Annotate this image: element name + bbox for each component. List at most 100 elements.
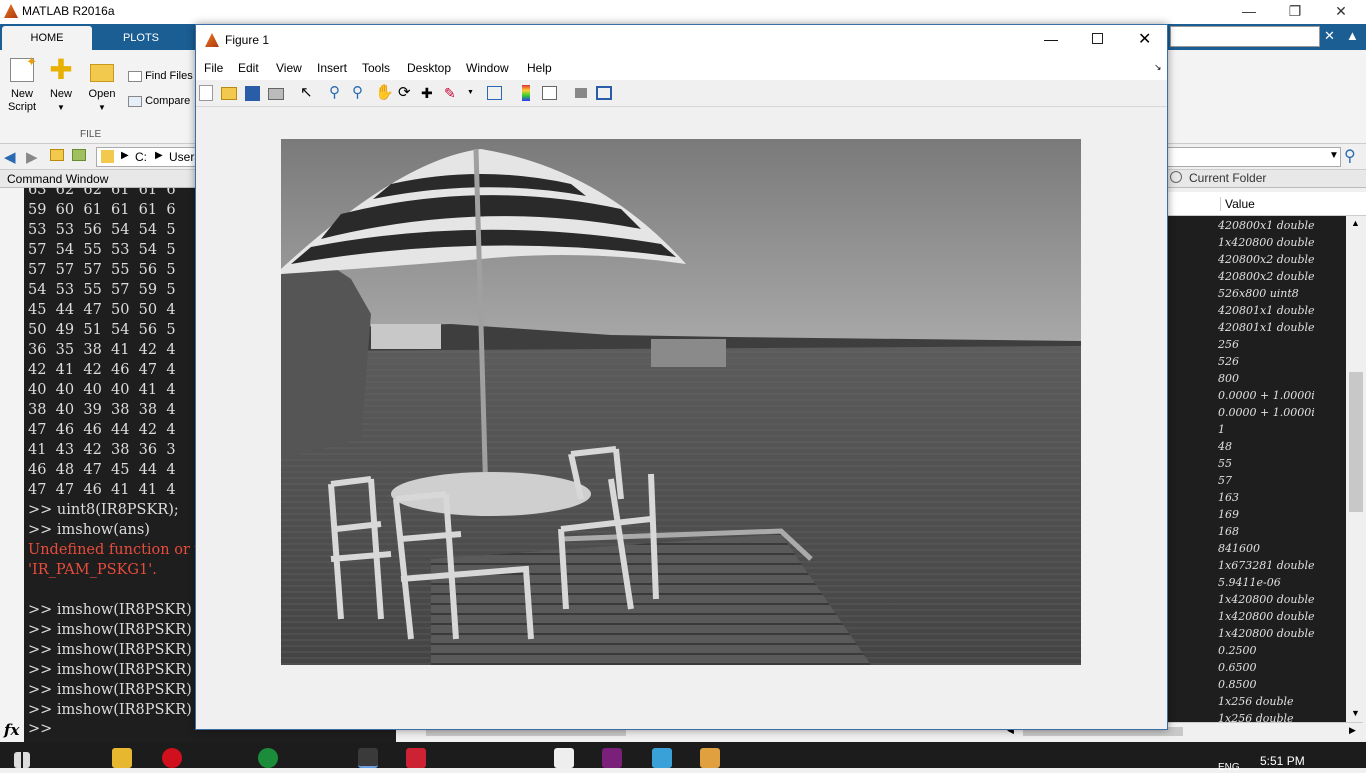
find-files-button[interactable]: Find Files bbox=[128, 70, 193, 82]
edit-plot-icon[interactable]: ↖ bbox=[300, 84, 318, 102]
compare-button[interactable]: Compare bbox=[128, 95, 190, 107]
pan-icon[interactable]: ✋ bbox=[375, 84, 394, 102]
workspace-value[interactable]: 420800x2 double bbox=[1218, 268, 1315, 285]
workspace-value[interactable]: 55 bbox=[1218, 455, 1232, 472]
legend-icon[interactable] bbox=[542, 86, 557, 100]
ribbon-collapse-icon[interactable]: ▲ bbox=[1346, 28, 1359, 43]
data-cursor-icon[interactable]: ✚ bbox=[421, 84, 439, 102]
open-file-icon[interactable] bbox=[221, 87, 237, 100]
workspace-value[interactable]: 48 bbox=[1218, 438, 1232, 455]
workspace-value[interactable]: 168 bbox=[1218, 523, 1239, 540]
open-button[interactable]: Open ▼ bbox=[84, 58, 120, 114]
rotate-3d-icon[interactable]: ⟳ bbox=[398, 84, 416, 102]
menu-desktop[interactable]: Desktop bbox=[407, 61, 451, 75]
workspace-value[interactable]: 1x256 double bbox=[1218, 693, 1294, 710]
workspace-value[interactable]: 0.2500 bbox=[1218, 642, 1257, 659]
fx-icon[interactable]: fx bbox=[4, 721, 19, 739]
scroll-right-icon[interactable]: ▶ bbox=[1349, 725, 1356, 736]
menu-window[interactable]: Window bbox=[466, 61, 509, 75]
search-documentation-input[interactable] bbox=[1170, 26, 1320, 47]
menu-tools[interactable]: Tools bbox=[362, 61, 390, 75]
command-window[interactable]: 63 62 62 61 61 6 59 60 61 61 61 6 53 53 56… bbox=[24, 188, 196, 740]
workspace-value[interactable]: 420800x2 double bbox=[1218, 251, 1315, 268]
brush-dropdown-icon[interactable]: ▼ bbox=[467, 89, 474, 96]
app-icon[interactable] bbox=[406, 748, 426, 768]
opera-icon[interactable] bbox=[162, 748, 182, 768]
new-figure-icon[interactable] bbox=[199, 85, 213, 101]
workspace-value[interactable]: 0.6500 bbox=[1218, 659, 1257, 676]
workspace-values[interactable]: 420800x1 double 1x420800 double 420800x2 d… bbox=[1168, 216, 1346, 722]
file-explorer-icon[interactable] bbox=[112, 748, 132, 768]
scroll-up-icon[interactable]: ▲ bbox=[1351, 218, 1360, 228]
workspace-value[interactable]: 0.8500 bbox=[1218, 676, 1257, 693]
workspace-scrollbar[interactable]: ▲ ▼ bbox=[1346, 216, 1366, 722]
workspace-value[interactable]: 420801x1 double bbox=[1218, 302, 1315, 319]
clock-time[interactable]: 5:51 PM bbox=[1260, 754, 1305, 768]
workspace-value[interactable]: 5.9411e-06 bbox=[1218, 574, 1281, 591]
figure-minimize-button[interactable]: — bbox=[1044, 31, 1058, 47]
tab-plots[interactable]: PLOTS bbox=[96, 26, 186, 50]
scroll-down-icon[interactable]: ▼ bbox=[1351, 708, 1360, 718]
workspace-value[interactable]: 1x420800 double bbox=[1218, 591, 1315, 608]
close-button[interactable]: ✕ bbox=[1318, 0, 1364, 24]
show-plot-tools-icon[interactable] bbox=[596, 86, 612, 100]
menu-help[interactable]: Help bbox=[527, 61, 552, 75]
zoom-in-icon[interactable]: ⚲ bbox=[329, 84, 347, 102]
current-folder-title[interactable]: Current Folder bbox=[1189, 171, 1266, 185]
workspace-value[interactable]: 1x673281 double bbox=[1218, 557, 1315, 574]
restore-button[interactable]: ❐ bbox=[1272, 0, 1318, 24]
figure-titlebar[interactable]: Figure 1 — ✕ bbox=[196, 25, 1167, 55]
figure-maximize-button[interactable] bbox=[1092, 33, 1103, 44]
new-button[interactable]: ✚ New ▼ bbox=[44, 56, 78, 114]
workspace-value[interactable]: 1x256 double bbox=[1218, 710, 1294, 722]
workspace-value[interactable]: 1 bbox=[1218, 421, 1225, 438]
workspace-value[interactable]: 1x420800 double bbox=[1218, 234, 1315, 251]
search-close-icon[interactable]: ✕ bbox=[1324, 28, 1335, 44]
forward-arrow-icon[interactable]: ▶ bbox=[26, 148, 38, 166]
matlab-taskbar-icon[interactable] bbox=[358, 748, 378, 768]
app-icon[interactable] bbox=[700, 748, 720, 768]
print-icon[interactable] bbox=[268, 88, 284, 100]
menu-insert[interactable]: Insert bbox=[317, 61, 347, 75]
workspace-value[interactable]: 420801x1 double bbox=[1218, 319, 1315, 336]
zoom-out-icon[interactable]: ⚲ bbox=[352, 84, 370, 102]
browse-folder-icon[interactable] bbox=[72, 149, 86, 161]
app-icon[interactable] bbox=[554, 748, 574, 768]
dock-arrow-icon[interactable]: ↘ bbox=[1154, 62, 1162, 73]
workspace-value[interactable]: 1x420800 double bbox=[1218, 625, 1315, 642]
workspace-value[interactable]: 526 bbox=[1218, 353, 1239, 370]
workspace-value[interactable]: 841600 bbox=[1218, 540, 1260, 557]
colorbar-icon[interactable] bbox=[522, 85, 530, 101]
workspace-value[interactable]: 420800x1 double bbox=[1218, 217, 1315, 234]
minimize-button[interactable]: — bbox=[1226, 0, 1272, 24]
figure-close-button[interactable]: ✕ bbox=[1138, 29, 1151, 49]
link-plot-icon[interactable] bbox=[487, 86, 502, 100]
workspace-value[interactable]: 0.0000 + 1.0000i bbox=[1218, 387, 1315, 404]
workspace-value[interactable]: 169 bbox=[1218, 506, 1239, 523]
xampp-icon[interactable] bbox=[602, 748, 622, 768]
hide-plot-tools-icon[interactable] bbox=[575, 88, 587, 98]
app-icon[interactable] bbox=[652, 748, 672, 768]
workspace-value[interactable]: 800 bbox=[1218, 370, 1239, 387]
path-drive[interactable]: C: bbox=[135, 150, 147, 164]
menu-edit[interactable]: Edit bbox=[238, 61, 259, 75]
path-dropdown-icon[interactable]: ▼ bbox=[1329, 150, 1339, 161]
save-icon[interactable] bbox=[245, 86, 260, 101]
scroll-thumb[interactable] bbox=[1349, 372, 1363, 512]
workspace-value[interactable]: 1x420800 double bbox=[1218, 608, 1315, 625]
start-icon[interactable] bbox=[14, 752, 30, 768]
workspace-value[interactable]: 526x800 uint8 bbox=[1218, 285, 1299, 302]
menu-view[interactable]: View bbox=[276, 61, 302, 75]
value-column-header[interactable]: Value bbox=[1220, 197, 1255, 211]
figure-image[interactable] bbox=[281, 139, 1081, 665]
workspace-value[interactable]: 57 bbox=[1218, 472, 1232, 489]
search-icon[interactable]: ⚲ bbox=[1344, 146, 1356, 166]
new-script-button[interactable]: ✦ New Script bbox=[4, 55, 40, 114]
up-folder-icon[interactable] bbox=[50, 149, 64, 161]
app-icon[interactable] bbox=[258, 748, 278, 768]
back-arrow-icon[interactable]: ◀ bbox=[4, 148, 16, 166]
workspace-value[interactable]: 256 bbox=[1218, 336, 1239, 353]
workspace-value[interactable]: 0.0000 + 1.0000i bbox=[1218, 404, 1315, 421]
workspace-value[interactable]: 163 bbox=[1218, 489, 1239, 506]
brush-icon[interactable]: ✎ bbox=[444, 84, 462, 102]
